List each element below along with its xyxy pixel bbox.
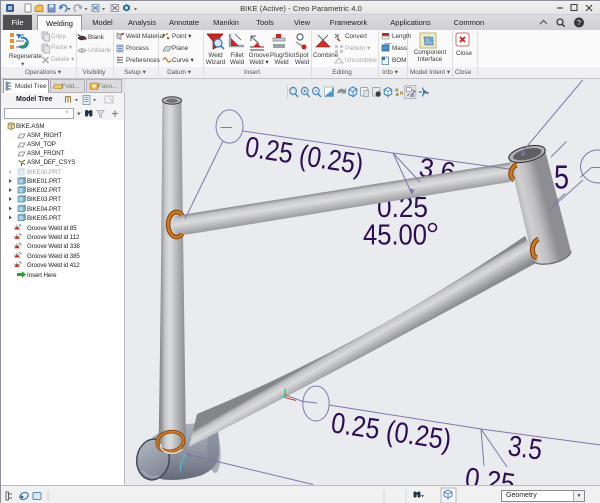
svg-text:45.00: 45.00 [363, 220, 427, 252]
svg-text:3.5: 3.5 [506, 430, 544, 466]
svg-text:5: 5 [554, 159, 569, 196]
svg-text:?: ? [577, 18, 581, 27]
